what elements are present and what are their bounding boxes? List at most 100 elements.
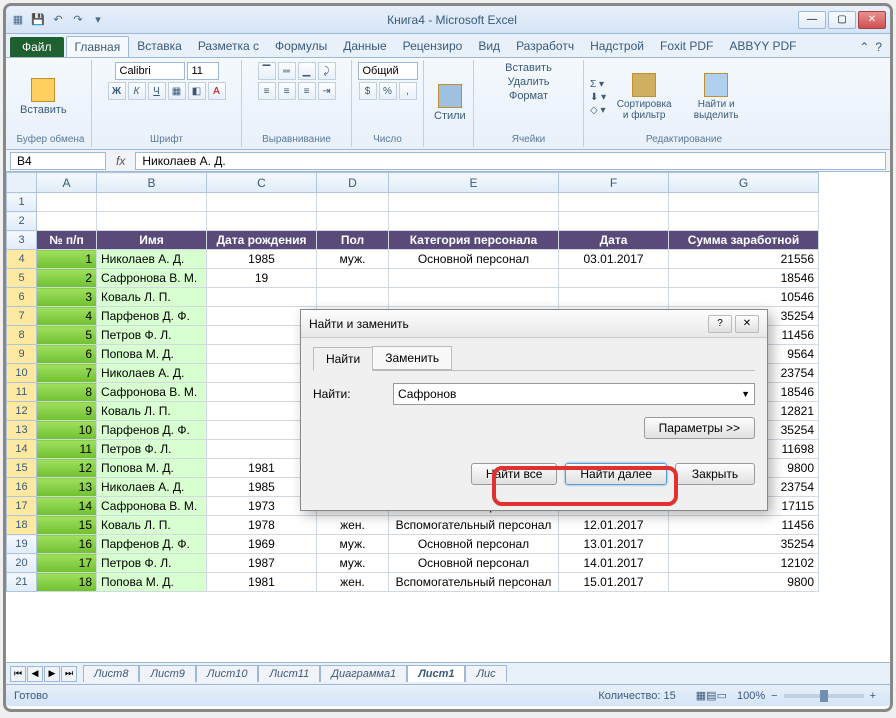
table-header[interactable]: № п/п (37, 231, 97, 250)
cell[interactable]: 15.01.2017 (559, 573, 669, 592)
row-header-4[interactable]: 4 (7, 250, 37, 269)
col-header-C[interactable]: C (207, 173, 317, 193)
sheet-tab[interactable]: Лист11 (258, 665, 320, 682)
cell[interactable] (317, 193, 389, 212)
row-header-12[interactable]: 12 (7, 402, 37, 421)
cell[interactable]: 14.01.2017 (559, 554, 669, 573)
fill-down-button[interactable]: ⬇ ▾ (590, 92, 606, 103)
cell[interactable]: Парфенов Д. Ф. (97, 421, 207, 440)
underline-button[interactable]: Ч (148, 82, 166, 100)
undo-icon[interactable]: ↶ (50, 12, 66, 28)
cell[interactable] (37, 212, 97, 231)
font-name-combo[interactable]: Calibri (115, 62, 185, 80)
cell[interactable]: 8 (37, 383, 97, 402)
cell[interactable]: 9 (37, 402, 97, 421)
cell[interactable]: Основной персонал (389, 250, 559, 269)
cell[interactable]: Попова М. Д. (97, 345, 207, 364)
cell[interactable]: 11 (37, 440, 97, 459)
cell[interactable] (559, 193, 669, 212)
cell[interactable]: 5 (37, 326, 97, 345)
dialog-help-button[interactable]: ? (708, 315, 732, 333)
cell[interactable]: Попова М. Д. (97, 573, 207, 592)
row-header-10[interactable]: 10 (7, 364, 37, 383)
cell[interactable]: 6 (37, 345, 97, 364)
cell[interactable]: 03.01.2017 (559, 250, 669, 269)
col-header-F[interactable]: F (559, 173, 669, 193)
cell[interactable]: Коваль Л. П. (97, 402, 207, 421)
table-header[interactable]: Дата (559, 231, 669, 250)
cell[interactable]: 13 (37, 478, 97, 497)
help-icon[interactable]: ? (875, 40, 882, 54)
row-header-3[interactable]: 3 (7, 231, 37, 250)
cell[interactable]: 1978 (207, 516, 317, 535)
col-header-B[interactable]: B (97, 173, 207, 193)
file-tab[interactable]: Файл (10, 37, 64, 57)
ribbon-minimize-icon[interactable]: ⌃ (859, 40, 869, 54)
cell[interactable]: 17 (37, 554, 97, 573)
row-header-7[interactable]: 7 (7, 307, 37, 326)
replace-tab[interactable]: Заменить (372, 346, 452, 370)
align-bottom-button[interactable]: ▁ (298, 62, 316, 80)
cell[interactable] (559, 269, 669, 288)
row-header-15[interactable]: 15 (7, 459, 37, 478)
comma-button[interactable]: , (399, 82, 417, 100)
col-header-D[interactable]: D (317, 173, 389, 193)
cell[interactable]: муж. (317, 250, 389, 269)
currency-button[interactable]: $ (359, 82, 377, 100)
cell[interactable]: 11456 (669, 516, 819, 535)
cell[interactable] (559, 212, 669, 231)
dialog-close-btn[interactable]: Закрыть (675, 463, 755, 485)
minimize-button[interactable]: — (798, 11, 826, 29)
cell[interactable]: 16 (37, 535, 97, 554)
cell[interactable]: 19 (207, 269, 317, 288)
table-header[interactable]: Категория персонала (389, 231, 559, 250)
ribbon-tab-9[interactable]: Foxit PDF (652, 36, 721, 57)
view-normal-icon[interactable]: ▦ (696, 689, 706, 702)
ribbon-tab-10[interactable]: ABBYY PDF (721, 36, 804, 57)
align-left-button[interactable]: ≡ (258, 82, 276, 100)
find-tab[interactable]: Найти (313, 347, 373, 371)
autosum-button[interactable]: Σ ▾ (590, 79, 606, 90)
cell[interactable] (37, 193, 97, 212)
cell[interactable]: 12.01.2017 (559, 516, 669, 535)
row-header-18[interactable]: 18 (7, 516, 37, 535)
cell[interactable]: 1987 (207, 554, 317, 573)
close-button[interactable]: ✕ (858, 11, 886, 29)
row-header-11[interactable]: 11 (7, 383, 37, 402)
orientation-button[interactable]: ⤸ (318, 62, 336, 80)
cell[interactable] (389, 288, 559, 307)
cell[interactable]: муж. (317, 535, 389, 554)
cell[interactable]: 18546 (669, 269, 819, 288)
bold-button[interactable]: Ж (108, 82, 126, 100)
col-header-E[interactable]: E (389, 173, 559, 193)
cell[interactable] (669, 212, 819, 231)
cell[interactable]: Сафронова В. М. (97, 383, 207, 402)
cell[interactable]: Вспомогательный персонал (389, 516, 559, 535)
row-header-16[interactable]: 16 (7, 478, 37, 497)
cell[interactable]: Парфенов Д. Ф. (97, 307, 207, 326)
cell[interactable]: 15 (37, 516, 97, 535)
cell[interactable]: 1981 (207, 573, 317, 592)
find-all-button[interactable]: Найти все (471, 463, 558, 485)
row-header-13[interactable]: 13 (7, 421, 37, 440)
row-header-21[interactable]: 21 (7, 573, 37, 592)
ribbon-tab-8[interactable]: Надстрой (582, 36, 652, 57)
row-header-6[interactable]: 6 (7, 288, 37, 307)
align-middle-button[interactable]: ═ (278, 62, 296, 80)
font-color-button[interactable]: A (208, 82, 226, 100)
zoom-slider[interactable] (784, 694, 864, 698)
italic-button[interactable]: К (128, 82, 146, 100)
cell[interactable]: 2 (37, 269, 97, 288)
cell[interactable]: 12102 (669, 554, 819, 573)
row-header-8[interactable]: 8 (7, 326, 37, 345)
cell[interactable] (317, 212, 389, 231)
sheet-tab[interactable]: Диаграмма1 (320, 665, 407, 682)
cell[interactable]: 35254 (669, 535, 819, 554)
dropdown-icon[interactable]: ▼ (741, 389, 750, 399)
border-button[interactable]: ▦ (168, 82, 186, 100)
cell[interactable]: Николаев А. Д. (97, 478, 207, 497)
cell[interactable]: Николаев А. Д. (97, 364, 207, 383)
table-header[interactable]: Пол (317, 231, 389, 250)
fx-icon[interactable]: fx (110, 154, 131, 168)
table-header[interactable]: Сумма заработной (669, 231, 819, 250)
